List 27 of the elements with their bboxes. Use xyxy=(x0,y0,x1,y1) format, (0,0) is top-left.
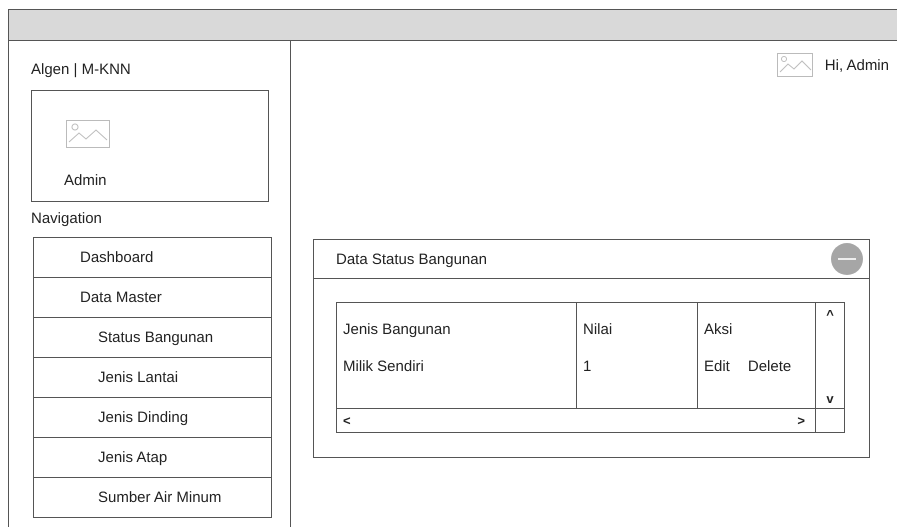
table-cell: Milik Sendiri xyxy=(337,356,577,408)
scroll-right-arrow[interactable]: > xyxy=(797,413,805,428)
scroll-down-arrow[interactable]: v xyxy=(816,356,844,408)
column-header: Jenis Bangunan xyxy=(337,303,577,356)
user-name: Admin xyxy=(64,172,107,189)
greeting-text: Hi, Admin xyxy=(824,56,889,74)
nav-item[interactable]: Dashboard xyxy=(34,238,271,278)
nav-heading: Navigation xyxy=(31,210,103,229)
scroll-left-arrow[interactable]: < xyxy=(343,413,351,428)
app-title: Algen | M-KNN xyxy=(31,61,132,80)
column-header: Aksi xyxy=(698,303,816,356)
nav-subitem[interactable]: Jenis Lantai xyxy=(34,358,271,398)
panel-title: Data Status Bangunan xyxy=(336,250,487,268)
image-icon xyxy=(66,120,110,148)
horizontal-scrollbar[interactable]: < > xyxy=(337,409,816,432)
collapse-button[interactable] xyxy=(831,243,863,275)
avatar-image-icon xyxy=(776,53,813,77)
table-cell: 1 xyxy=(577,356,698,408)
action-link[interactable]: Edit xyxy=(704,358,730,375)
nav-subitem[interactable]: Status Bangunan xyxy=(34,318,271,358)
nav-item[interactable]: Data Master xyxy=(34,278,271,318)
scroll-up-arrow[interactable]: ^ xyxy=(816,303,844,356)
column-header: Nilai xyxy=(577,303,698,356)
nav-subitem[interactable]: Jenis Atap xyxy=(34,438,271,478)
nav-subitem[interactable]: Sumber Air Minum xyxy=(34,478,271,518)
action-link[interactable]: Delete xyxy=(748,358,792,375)
nav-subitem[interactable]: Jenis Dinding xyxy=(34,398,271,438)
